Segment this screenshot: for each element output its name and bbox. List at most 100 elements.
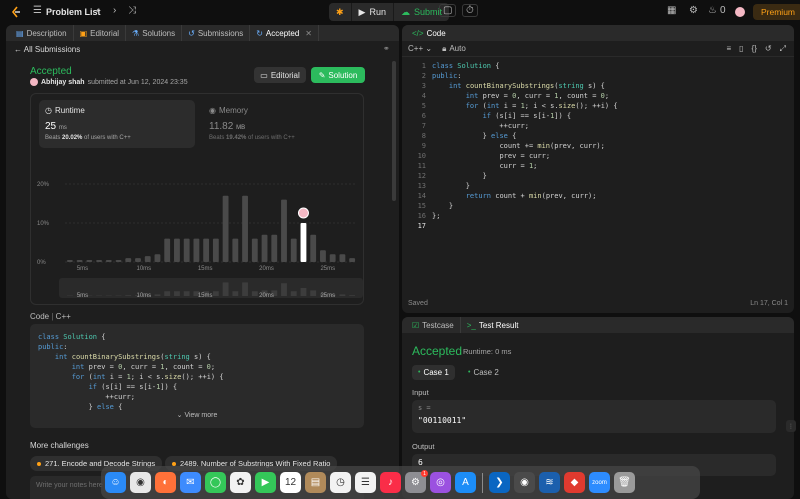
runtime-card[interactable]: ◷ Runtime 25 ms Beats 20.02% of users wit… — [39, 100, 195, 148]
run-button[interactable]: ▶ Run — [352, 3, 394, 21]
tab-editorial[interactable]: ▣ Editorial — [74, 25, 127, 41]
submitter-line: Abhijay shah submitted at Jun 12, 2024 2… — [30, 78, 188, 86]
tab-test-result[interactable]: >_ Test Result — [461, 317, 525, 333]
finder-icon[interactable]: ☺ — [105, 472, 126, 493]
code-line[interactable]: int countBinarySubstrings(string s) { — [432, 81, 618, 91]
code-line[interactable]: class Solution { — [432, 61, 618, 71]
code-line[interactable]: int prev = 0, curr = 1, count = 0; — [432, 91, 618, 101]
code-line[interactable]: prev = curr; — [432, 151, 618, 161]
premium-button[interactable]: Premium — [753, 4, 800, 20]
code-line[interactable]: } — [432, 171, 618, 181]
music-icon[interactable]: ♪ — [380, 472, 401, 493]
view-more-button[interactable]: ⌄ View more — [30, 411, 364, 419]
line-number: 16 — [417, 212, 426, 220]
code-line[interactable]: count += min(prev, curr); — [432, 141, 618, 151]
case-tab-2[interactable]: • Case 2 — [462, 365, 505, 380]
code-line[interactable]: } — [432, 181, 618, 191]
problem-list-icon[interactable]: ☰ — [33, 5, 42, 16]
notes-icon[interactable]: ▢ — [439, 4, 457, 17]
panel-drag-handle[interactable]: ⋮ — [786, 420, 796, 432]
code-editor-panel: </> Code C++ ⌄ 🔒︎ Auto ≡ ▯ {} ↺ ⤢ 1234567… — [402, 25, 794, 313]
anydesk-icon[interactable]: ◆ — [564, 472, 585, 493]
format-icon[interactable]: ≡ — [726, 44, 731, 54]
vscode-icon[interactable]: ❯ — [489, 472, 510, 493]
tab-code[interactable]: </> Code — [406, 25, 452, 41]
chrome-icon[interactable]: ◉ — [130, 472, 151, 493]
runtime-unit: ms — [58, 125, 67, 131]
problem-list-link[interactable]: Problem List — [46, 7, 101, 17]
wireshark-icon[interactable]: ≋ — [539, 472, 560, 493]
code-line[interactable]: curr = 1; — [432, 161, 618, 171]
avatar — [30, 78, 38, 86]
notes-icon[interactable]: ▤ — [305, 472, 326, 493]
line-number: 6 — [421, 112, 426, 120]
code-line[interactable]: ++curr; — [432, 121, 618, 131]
mail-icon[interactable]: ✉ — [180, 472, 201, 493]
debug-button[interactable]: ✱ — [329, 3, 352, 21]
editorial-button[interactable]: ▭ Editorial — [254, 67, 306, 83]
submitter-name[interactable]: Abhijay shah — [41, 79, 85, 86]
app-store-icon[interactable]: A — [455, 472, 476, 493]
quicktime-icon[interactable]: ◉ — [514, 472, 535, 493]
tab-submissions[interactable]: ↺ Submissions — [182, 25, 251, 41]
reset-icon[interactable]: ↺ — [765, 44, 772, 54]
podcasts-icon[interactable]: ◎ — [430, 472, 451, 493]
clock-icon[interactable]: ◷ — [330, 472, 351, 493]
facetime-icon[interactable]: ▶ — [255, 472, 276, 493]
mode-label[interactable]: Auto — [449, 44, 465, 53]
firefox-icon[interactable]: ◐ — [155, 472, 176, 493]
messages-icon[interactable]: ◯ — [205, 472, 226, 493]
next-problem-icon[interactable]: › — [113, 5, 116, 16]
case-tab-1[interactable]: • Case 1 — [412, 365, 455, 380]
leetcode-logo[interactable] — [10, 6, 22, 18]
memory-unit: MB — [236, 125, 246, 131]
tab-description[interactable]: ▤ Description — [10, 25, 74, 41]
code-line[interactable]: for (int i = 1; i < s.size(); ++i) { — [432, 101, 618, 111]
left-scrollbar[interactable] — [392, 61, 396, 201]
braces-icon[interactable]: {} — [752, 44, 757, 54]
code-line[interactable]: if (s[i] == s[i-1]) { — [432, 111, 618, 121]
timer-icon[interactable]: ⏱ — [462, 4, 478, 17]
line-number: 10 — [417, 152, 426, 160]
tab-testcase[interactable]: ☑ Testcase — [406, 317, 461, 333]
trash-icon[interactable]: 🗑 — [614, 472, 635, 493]
chart-bar — [232, 238, 239, 262]
calendar-icon[interactable]: 12 — [280, 472, 301, 493]
settings-icon[interactable]: ⚙ 1 — [405, 470, 428, 493]
close-tab-icon[interactable]: ✕ — [305, 29, 312, 38]
save-status: Saved — [408, 300, 428, 307]
reminders-icon[interactable]: ☰ — [355, 472, 376, 493]
code-line[interactable]: } — [432, 201, 618, 211]
user-avatar[interactable] — [735, 7, 745, 17]
run-submit-group: ✱ ▶ Run ☁ Submit — [329, 3, 449, 21]
shuffle-icon[interactable]: ⤨ — [128, 5, 136, 16]
prev-problem-icon[interactable]: ‹ — [96, 5, 99, 16]
language-select[interactable]: C++ ⌄ — [408, 44, 432, 53]
bookmark-icon[interactable]: ▯ — [739, 44, 743, 54]
code-line[interactable]: } else { — [432, 131, 618, 141]
settings-icon[interactable]: ⚙ — [689, 5, 698, 16]
streak-fire-icon[interactable]: ♨ — [708, 5, 717, 16]
chart-bar — [76, 260, 83, 262]
code-line[interactable]: return count + min(prev, curr); — [432, 191, 618, 201]
code-lines[interactable]: class Solution {public: int countBinaryS… — [432, 61, 618, 221]
memory-card[interactable]: ◉ Memory 11.82 MB Beats 19.42% of users w… — [203, 100, 359, 148]
solution-button[interactable]: ✎ Solution — [311, 67, 365, 83]
brush-bar — [174, 291, 180, 296]
share-icon[interactable]: ⚭ — [383, 44, 390, 53]
code-editor[interactable]: 1 2 3 4 5 6 7 8 9 10 11 12 13 14 15 16 17 class Solution… — [402, 61, 794, 291]
chart-bar — [105, 260, 112, 262]
line-number: 15 — [417, 202, 426, 210]
zoom-icon[interactable]: zoom — [589, 472, 610, 493]
brush-tick-label: 5ms — [77, 293, 88, 299]
all-submissions-link[interactable]: ← All Submissions — [14, 45, 80, 54]
code-line[interactable]: }; — [432, 211, 618, 221]
code-line[interactable]: public: — [432, 71, 618, 81]
tab-accepted[interactable]: ↻ Accepted ✕ — [250, 25, 319, 41]
photos-icon[interactable]: ✿ — [230, 472, 251, 493]
chart-bar — [310, 234, 317, 262]
tab-solutions[interactable]: ⚗ Solutions — [126, 25, 183, 41]
layout-icon[interactable]: ▦ — [667, 5, 676, 16]
fullscreen-icon[interactable]: ⤢ — [780, 44, 786, 54]
chart-bar-highlighted — [300, 223, 307, 262]
